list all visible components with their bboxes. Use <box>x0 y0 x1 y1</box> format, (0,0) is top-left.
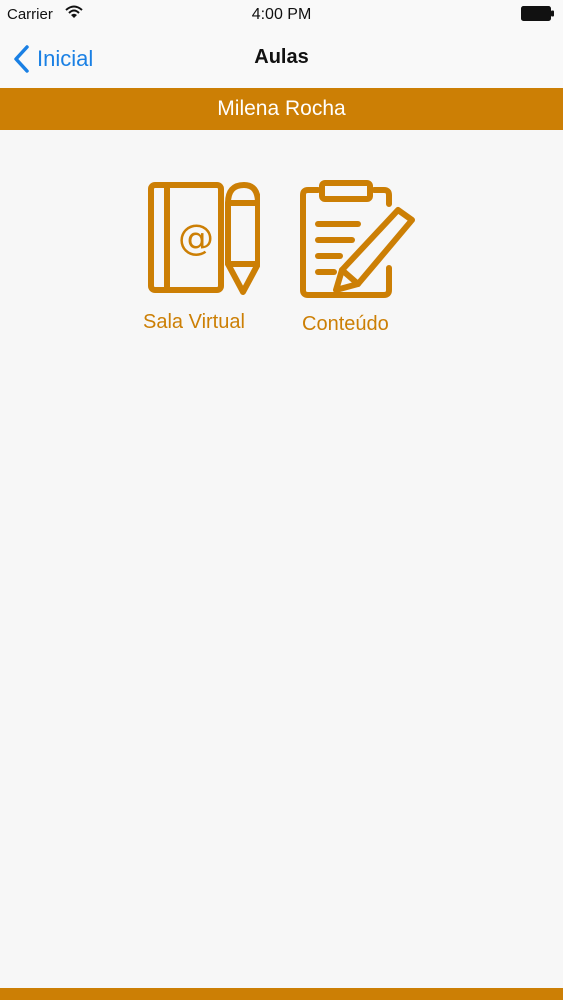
clipboard-edit-icon <box>300 180 415 298</box>
tile-label-conteudo: Conteúdo <box>302 313 389 335</box>
tile-sala-virtual[interactable]: @ Sala Virtual <box>140 180 265 340</box>
address-book-pencil-icon: @ <box>148 182 260 295</box>
clock: 4:00 PM <box>251 6 312 23</box>
tile-label-sala-virtual: Sala Virtual <box>143 311 245 333</box>
status-bar: Carrier 4:00 PM <box>0 0 563 30</box>
bottom-accent-bar <box>0 988 563 1000</box>
tile-conteudo[interactable]: Conteúdo <box>300 180 425 340</box>
page-title: Aulas <box>254 46 309 68</box>
user-name-banner: Milena Rocha <box>0 88 563 130</box>
svg-text:@: @ <box>178 218 214 259</box>
battery-icon <box>521 6 554 21</box>
navigation-bar: Inicial Aulas <box>0 30 563 88</box>
